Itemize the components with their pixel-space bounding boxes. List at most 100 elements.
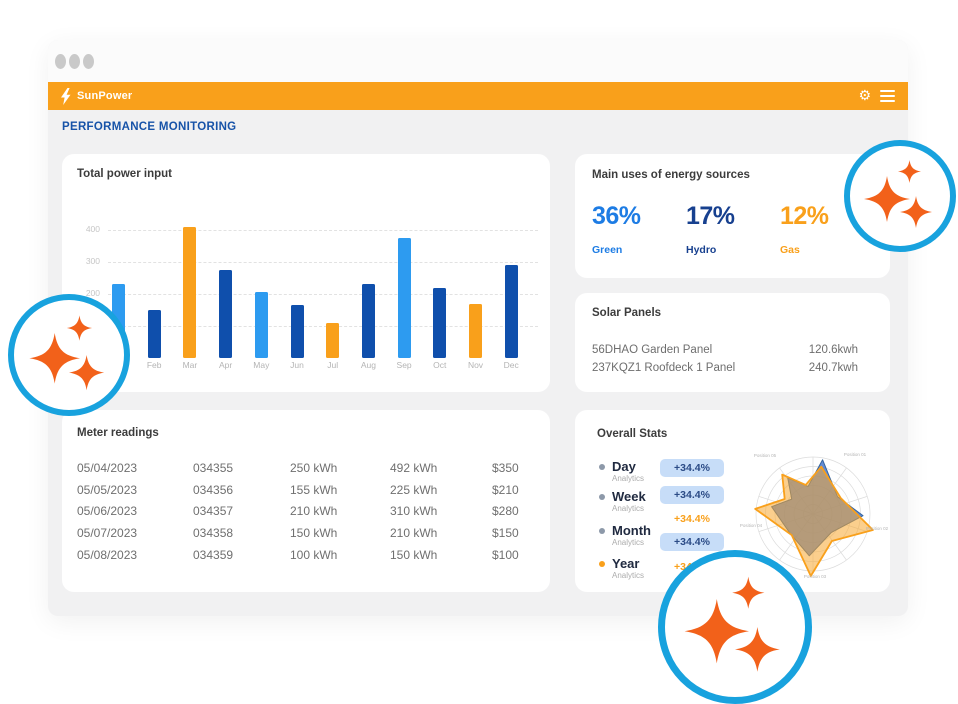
stat-bullet bbox=[599, 528, 605, 534]
chart-gridline bbox=[108, 294, 538, 295]
page-title: PERFORMANCE MONITORING bbox=[62, 121, 236, 133]
window-control-dot[interactable] bbox=[69, 54, 80, 69]
card-title: Solar Panels bbox=[592, 307, 661, 319]
table-row: 05/06/2023034357210 kWh310 kWh$280 bbox=[77, 500, 515, 522]
table-cell: 034357 bbox=[193, 504, 290, 518]
radar-axis-label: Position 04 bbox=[740, 523, 763, 528]
table-cell: 034355 bbox=[193, 461, 290, 475]
x-axis-label: Feb bbox=[137, 360, 171, 370]
table-cell: 250 kWh bbox=[290, 461, 390, 475]
meter-readings-table: 05/04/2023034355250 kWh492 kWh$35005/05/… bbox=[77, 457, 515, 565]
total-power-input-card: Total power input 400300200100JanFebMarA… bbox=[62, 154, 550, 392]
x-axis-label: May bbox=[244, 360, 278, 370]
card-title: Overall Stats bbox=[597, 428, 667, 440]
x-axis-label: Nov bbox=[459, 360, 493, 370]
card-title: Meter readings bbox=[77, 427, 159, 439]
sparkles-icon bbox=[850, 146, 950, 246]
stat-bullet bbox=[599, 561, 605, 567]
app-header: SunPower ⚙ bbox=[48, 82, 908, 110]
x-axis-label: Jun bbox=[280, 360, 314, 370]
stat-bullet bbox=[599, 464, 605, 470]
chart-gridline bbox=[108, 262, 538, 263]
window-control-dot[interactable] bbox=[83, 54, 94, 69]
table-cell: 210 kWh bbox=[390, 526, 492, 540]
sparkle-circle-decoration bbox=[844, 140, 956, 252]
table-cell: 225 kWh bbox=[390, 483, 492, 497]
bar-sep bbox=[398, 238, 411, 358]
table-cell: 034358 bbox=[193, 526, 290, 540]
solar-panel-row: 56DHAO Garden Panel 120.6kwh bbox=[592, 344, 858, 356]
solar-panel-output: 120.6kwh bbox=[809, 344, 858, 356]
bar-oct bbox=[433, 288, 446, 358]
settings-gear-icon[interactable]: ⚙ bbox=[858, 89, 871, 103]
stat-value-badge: +34.4% bbox=[660, 533, 724, 551]
brand: SunPower bbox=[61, 88, 132, 105]
sparkle-circle-decoration bbox=[8, 294, 130, 416]
x-axis-label: Dec bbox=[494, 360, 528, 370]
stat-period-label: Day bbox=[612, 460, 636, 473]
chart-gridline bbox=[108, 230, 538, 231]
bar-apr bbox=[219, 270, 232, 358]
sparkles-icon bbox=[14, 300, 124, 410]
bar-jul bbox=[326, 323, 339, 358]
energy-source-value: 17% bbox=[686, 202, 780, 231]
bar-dec bbox=[505, 265, 518, 358]
card-title: Main uses of energy sources bbox=[592, 169, 750, 181]
table-cell: 05/06/2023 bbox=[77, 504, 193, 518]
radar-axis-label: Position 01 bbox=[844, 452, 867, 457]
stat-value-badge: +34.4% bbox=[660, 459, 724, 477]
radar-axis-label: Position 02 bbox=[866, 526, 889, 531]
table-cell: 05/05/2023 bbox=[77, 483, 193, 497]
stat-bullet bbox=[599, 494, 605, 500]
window-control-dot[interactable] bbox=[55, 54, 66, 69]
energy-sources-card: Main uses of energy sources 36% Green 17% H… bbox=[575, 154, 890, 278]
card-title: Total power input bbox=[77, 168, 172, 180]
table-cell: 155 kWh bbox=[290, 483, 390, 497]
x-axis-label: Jul bbox=[316, 360, 350, 370]
energy-source-hydro: 17% Hydro bbox=[686, 202, 780, 256]
browser-window: SunPower ⚙ PERFORMANCE MONITORING Total … bbox=[48, 40, 908, 616]
hamburger-menu-icon[interactable] bbox=[880, 90, 895, 103]
lightning-bolt-icon bbox=[61, 88, 71, 105]
solar-panel-row: 237KQZ1 Roofdeck 1 Panel 240.7kwh bbox=[592, 362, 858, 374]
table-cell: 100 kWh bbox=[290, 548, 390, 562]
energy-source-label: Hydro bbox=[686, 244, 780, 256]
table-cell: $150 bbox=[492, 526, 519, 540]
x-axis-label: Oct bbox=[423, 360, 457, 370]
stat-period-label: Month bbox=[612, 524, 651, 537]
brand-name: SunPower bbox=[77, 90, 132, 102]
x-axis-label: Sep bbox=[387, 360, 421, 370]
x-axis-label: Mar bbox=[173, 360, 207, 370]
solar-panel-name: 56DHAO Garden Panel bbox=[592, 344, 712, 356]
bar-may bbox=[255, 292, 268, 358]
appbar-icons: ⚙ bbox=[858, 89, 895, 103]
stat-period-sublabel: Analytics bbox=[612, 571, 644, 580]
table-cell: $100 bbox=[492, 548, 519, 562]
energy-source-label: Green bbox=[592, 244, 686, 256]
table-cell: $280 bbox=[492, 504, 519, 518]
table-row: 05/07/2023034358150 kWh210 kWh$150 bbox=[77, 522, 515, 544]
window-titlebar bbox=[48, 40, 908, 82]
sparkle-circle-decoration bbox=[658, 550, 812, 704]
table-row: 05/08/2023034359100 kWh150 kWh$100 bbox=[77, 544, 515, 566]
table-cell: 492 kWh bbox=[390, 461, 492, 475]
solar-panel-output: 240.7kwh bbox=[809, 362, 858, 374]
table-cell: $210 bbox=[492, 483, 519, 497]
stat-period-sublabel: Analytics bbox=[612, 538, 644, 547]
stat-value-badge: +34.4% bbox=[660, 486, 724, 504]
table-cell: 034359 bbox=[193, 548, 290, 562]
stat-period-label: Year bbox=[612, 557, 639, 570]
energy-source-green: 36% Green bbox=[592, 202, 686, 256]
sparkles-icon bbox=[665, 557, 805, 697]
stat-period-sublabel: Analytics bbox=[612, 474, 644, 483]
solar-panel-name: 237KQZ1 Roofdeck 1 Panel bbox=[592, 362, 735, 374]
energy-source-value: 36% bbox=[592, 202, 686, 231]
radar-axis-label: Position 03 bbox=[804, 574, 827, 579]
table-cell: 150 kWh bbox=[390, 548, 492, 562]
table-cell: 034356 bbox=[193, 483, 290, 497]
meter-readings-card: Meter readings 05/04/2023034355250 kWh49… bbox=[62, 410, 550, 592]
x-axis-label: Apr bbox=[209, 360, 243, 370]
bar-jun bbox=[291, 305, 304, 358]
radar-axis-label: Position 05 bbox=[754, 453, 777, 458]
table-cell: $350 bbox=[492, 461, 519, 475]
